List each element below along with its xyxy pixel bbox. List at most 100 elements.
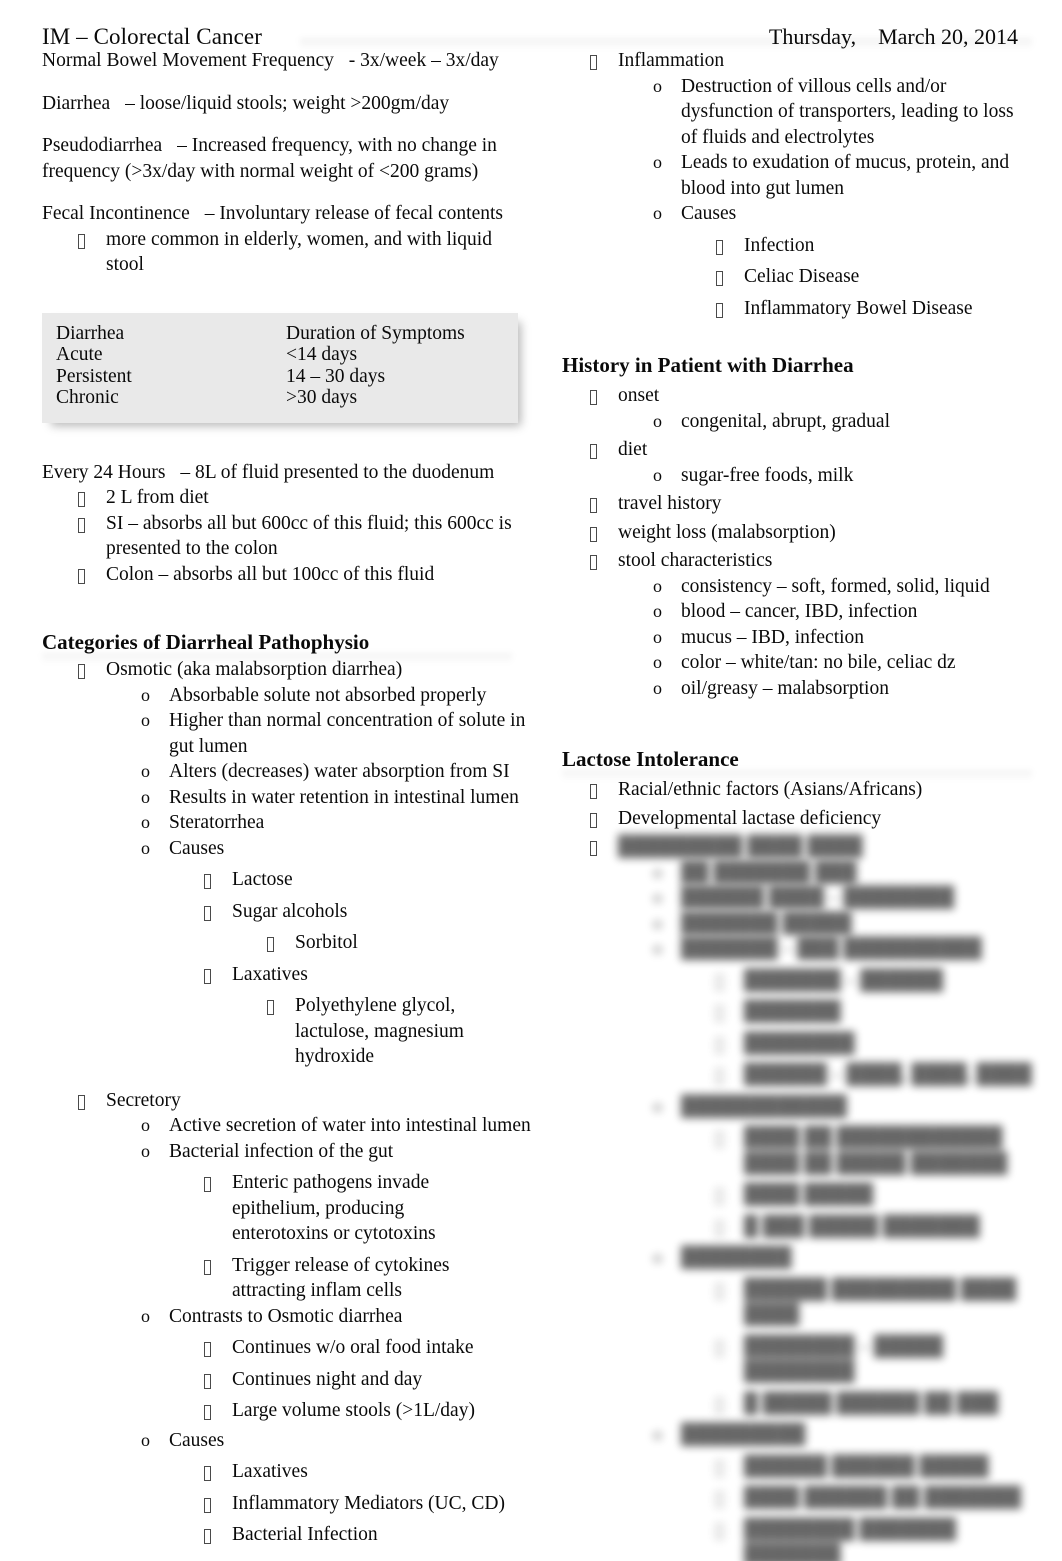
o-bullet-icon: o [653, 601, 662, 621]
tofu-bullet-icon [204, 1253, 232, 1279]
tofu-bullet-icon [204, 899, 232, 925]
o-bullet-icon: o [653, 1247, 662, 1267]
tofu-bullet-icon [204, 1335, 232, 1361]
o-bullet-icon: o [653, 575, 662, 596]
list-item-label: Results in water retention in intestinal… [169, 786, 519, 808]
list-item-label: Large volume stools (>1L/day) [232, 1400, 475, 1421]
table-row: Acute <14 days [42, 344, 518, 366]
list-item: Infection [716, 233, 1032, 259]
list-item-obscured: ███████ – ██████ [716, 968, 1032, 994]
o-bullet-icon: o [653, 887, 662, 907]
list-item: Large volume stools (>1L/day) [204, 1398, 532, 1424]
document-page: IM – Colorectal Cancer Thursday, March 20… [0, 0, 1062, 1561]
tofu-bullet-icon [78, 511, 106, 537]
table-row: Chronic >30 days [42, 387, 518, 409]
list-item-osmotic-causes: o Causes [141, 836, 532, 862]
header-date-value: March 20, 2014 [878, 24, 1018, 49]
list-item-label: Continues w/o oral food intake [232, 1337, 474, 1358]
obscured-text: ██████ █████████ ████ ████ [744, 1278, 1017, 1326]
list-item-obscured: o ██████ ████ – ████████ [653, 885, 1032, 911]
list-item: o Active secretion of water into intesti… [141, 1113, 532, 1139]
o-bullet-icon: o [653, 464, 662, 485]
tofu-bullet-icon [716, 1182, 744, 1208]
list-item-obscured: ████████ – █████ ████████ [716, 1334, 1032, 1385]
list-item: 2 L from diet [78, 485, 532, 511]
tofu-bullet-icon [204, 1170, 232, 1196]
definition-text: – Involuntary release of fecal contents [204, 203, 504, 224]
list-item-inflammation-causes: o Causes [653, 201, 1032, 227]
o-bullet-icon: o [653, 626, 662, 647]
o-bullet-icon: o [141, 837, 150, 858]
o-bullet-icon: o [141, 786, 150, 807]
list-item-label: Active secretion of water into intestina… [169, 1115, 531, 1136]
tofu-bullet-icon [78, 485, 106, 511]
o-bullet-icon: o [141, 1140, 150, 1161]
tofu-bullet-icon [204, 1367, 232, 1393]
list-item-secretory-causes: o Causes [141, 1428, 532, 1454]
tofu-bullet-icon [204, 962, 232, 988]
obscured-text: █████████ [681, 1424, 806, 1445]
list-item-label: Inflammatory Bowel Disease [744, 297, 973, 319]
tofu-bullet-icon [267, 930, 295, 956]
table-cell: Persistent [56, 365, 132, 387]
list-item-label: stool characteristics [618, 550, 773, 571]
list-item: o Absorbable solute not absorbed properl… [141, 683, 532, 709]
tofu-bullet-icon [716, 1334, 744, 1360]
obscured-text: ██████ – ████, ████, ████ [744, 1064, 1032, 1085]
tofu-bullet-icon [716, 1391, 744, 1417]
tofu-bullet-icon [716, 1125, 744, 1151]
tofu-bullet-icon [716, 1031, 744, 1057]
tofu-bullet-icon [590, 383, 618, 409]
tofu-bullet-icon [267, 993, 295, 1019]
o-bullet-icon: o [141, 1429, 150, 1450]
diarrhea-duration-table-wrap: Diarrhea Duration of Symptoms Acute <14 … [42, 312, 518, 423]
list-item-weight-loss: weight loss (malabsorption) [590, 520, 1032, 546]
definition-term: Every 24 Hours [42, 461, 166, 483]
list-item-obscured: ██████ ██████ █████ [716, 1454, 1032, 1480]
obscured-text: ███████ [744, 1001, 841, 1022]
list-item-obscured: █ ███ █████ ███████ [716, 1214, 1032, 1240]
tofu-bullet-icon [590, 48, 618, 74]
list-item: Bacterial Infection [204, 1522, 532, 1548]
list-item-label: Destruction of villous cells and/or dysf… [681, 75, 1014, 148]
obscured-text: ███████ – ██████ [744, 969, 944, 991]
list-item: o Alters (decreases) water absorption fr… [141, 759, 532, 785]
list-item-lactase-deficiency: Developmental lactase deficiency [590, 806, 1032, 832]
o-bullet-icon: o [653, 203, 662, 223]
tofu-bullet-icon [716, 1517, 744, 1543]
o-bullet-icon: o [141, 684, 150, 705]
list-item: o Destruction of villous cells and/or dy… [653, 74, 1032, 151]
list-item-obscured: ████████ ███████ ███████ [716, 1517, 1032, 1561]
list-item-obscured: o ██ ███████ ███ [653, 860, 1032, 886]
list-item-obscured: ████ █████ [716, 1182, 1032, 1208]
definition-text: – loose/liquid stools; weight >200gm/day [125, 92, 450, 114]
tofu-bullet-icon [716, 296, 744, 322]
list-item-diet: diet [590, 437, 1032, 463]
tofu-bullet-icon [204, 1491, 232, 1517]
o-bullet-icon: o [141, 761, 150, 781]
obscured-text: ████████████ [681, 1095, 847, 1117]
list-item: Sorbitol [267, 930, 532, 956]
obscured-text: ████████ [681, 1247, 792, 1268]
list-item: Continues w/o oral food intake [204, 1335, 532, 1361]
table-cell: Acute [56, 344, 103, 365]
tofu-bullet-icon [590, 806, 618, 832]
list-item: o sugar-free foods, milk [653, 463, 1032, 489]
tofu-bullet-icon [590, 520, 618, 546]
list-item-obscured: ██████ █████████ ████ ████ [716, 1277, 1032, 1328]
table-cell: Chronic [56, 387, 119, 408]
list-item: o consistency – soft, formed, solid, liq… [653, 574, 1032, 600]
list-item-label: Absorbable solute not absorbed properly [169, 684, 487, 706]
list-item: Enteric pathogens invade epithelium, pro… [204, 1170, 494, 1247]
inflammation-outline: Inflammation o Destruction of villous ce… [562, 48, 1032, 321]
list-item-label: Enteric pathogens invade epithelium, pro… [232, 1172, 436, 1244]
list-item-label: Inflammatory Mediators (UC, CD) [232, 1492, 505, 1514]
o-bullet-icon: o [141, 1115, 150, 1135]
tofu-bullet-icon [590, 491, 618, 517]
list-item-label: Sugar alcohols [232, 900, 348, 922]
tofu-bullet-icon [78, 227, 106, 253]
list-item: Inflammatory Bowel Disease [716, 296, 1032, 322]
o-bullet-icon: o [653, 938, 662, 958]
list-item-label: diet [618, 439, 648, 460]
list-item-label: Colon – absorbs all but 100cc of this fl… [106, 563, 435, 585]
